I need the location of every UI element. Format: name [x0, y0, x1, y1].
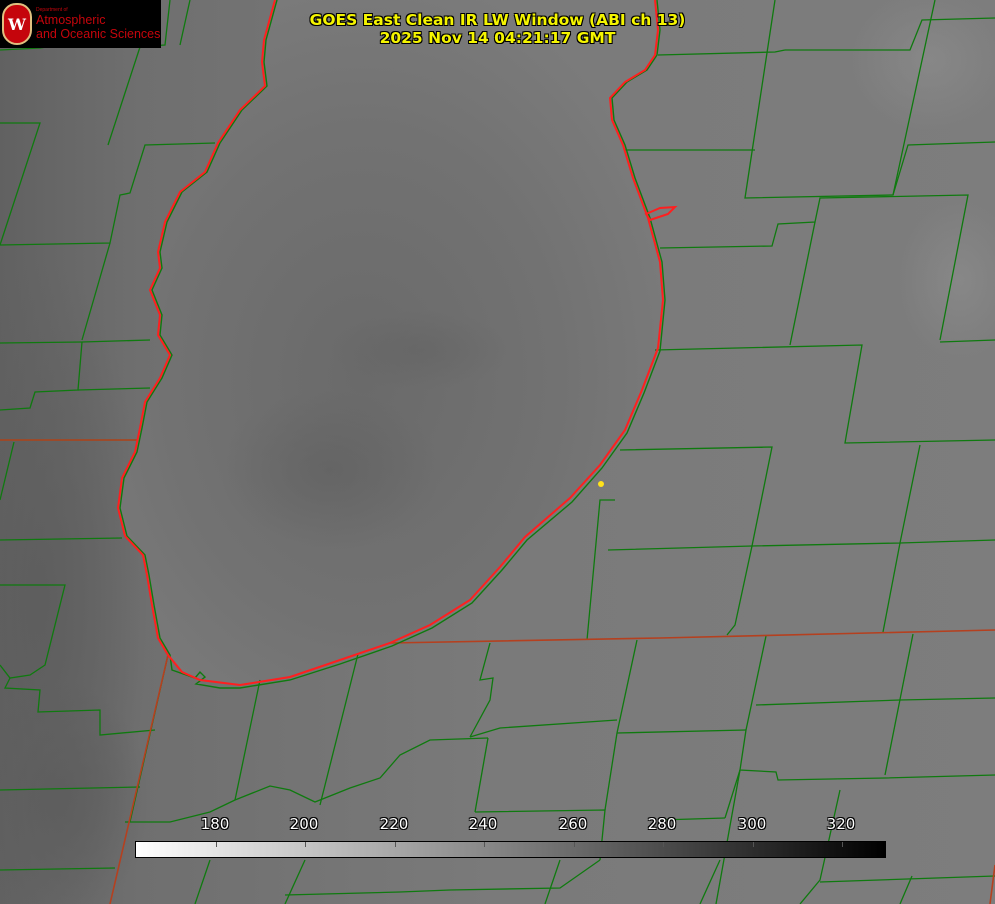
colorbar-tick-label: 320	[826, 815, 856, 833]
colorbar-tick-label: 200	[289, 815, 319, 833]
lake-dark-patch	[220, 390, 440, 550]
satellite-map	[0, 0, 995, 904]
image-timestamp: 2025 Nov 14 04:21:17 GMT	[379, 29, 616, 47]
colorbar-tick-label: 300	[737, 815, 767, 833]
colorbar-tick-label: 180	[200, 815, 230, 833]
colorbar-tick-label: 280	[647, 815, 677, 833]
colorbar-tick-mark	[842, 842, 843, 847]
colorbar-tick-mark	[753, 842, 754, 847]
colorbar-tick-mark	[305, 842, 306, 847]
satellite-image: W Department of Atmospheric and Oceanic …	[0, 0, 995, 904]
lake-dark-patch-2	[330, 310, 510, 390]
location-marker	[598, 481, 604, 487]
colorbar-tick-mark	[395, 842, 396, 847]
colorbar-tick-mark	[663, 842, 664, 847]
colorbar-tick-label: 220	[379, 815, 409, 833]
colorbar-tick-label: 260	[558, 815, 588, 833]
image-title: GOES East Clean IR LW Window (ABI ch 13)	[309, 11, 686, 29]
colorbar-tick-mark	[484, 842, 485, 847]
colorbar-tick-label: 240	[468, 815, 498, 833]
colorbar-tick-mark	[216, 842, 217, 847]
colorbar	[135, 841, 886, 858]
colorbar-tick-mark	[574, 842, 575, 847]
